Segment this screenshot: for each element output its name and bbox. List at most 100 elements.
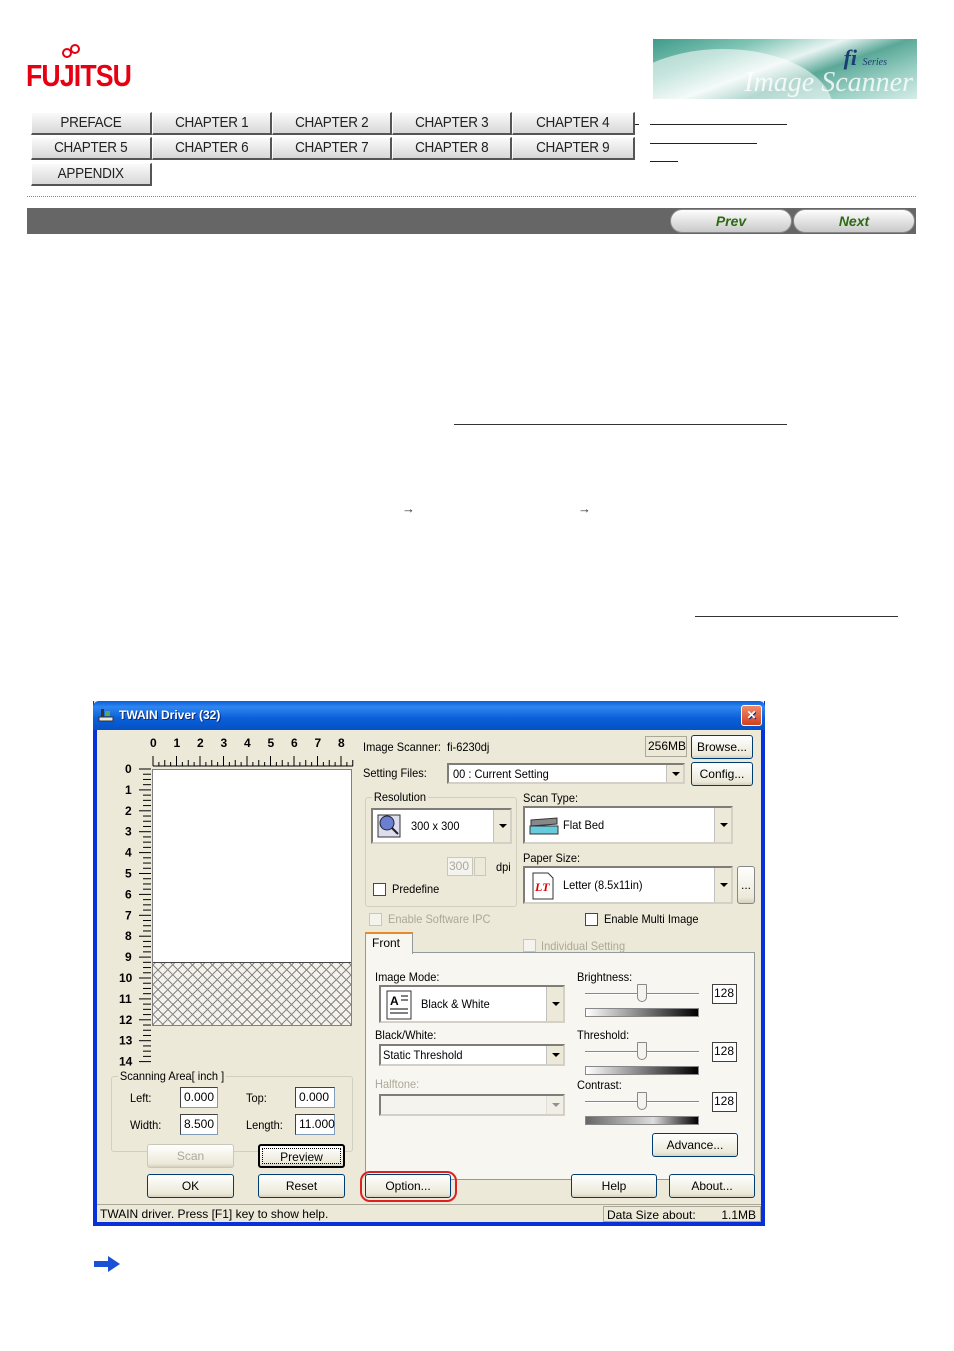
top-label: Top: — [246, 1091, 267, 1105]
body-link-1[interactable] — [454, 424, 787, 425]
infinity-icon — [62, 44, 80, 58]
nav-chapter-1[interactable]: CHAPTER 1 — [152, 112, 272, 135]
left-field[interactable]: 0.000 — [180, 1087, 218, 1108]
threshold-slider[interactable] — [585, 1042, 699, 1064]
scan-preview-area[interactable] — [152, 769, 352, 1026]
chevron-down-icon[interactable] — [714, 808, 731, 842]
nav-appendix[interactable]: APPENDIX — [31, 163, 152, 186]
threshold-gradient — [585, 1066, 699, 1075]
contrast-label: Contrast: — [577, 1078, 622, 1092]
data-size-value: 1.1MB — [721, 1208, 756, 1222]
black-white-label: Black/White: — [375, 1028, 437, 1042]
halftone-label: Halftone: — [375, 1077, 420, 1091]
chevron-down-icon[interactable] — [714, 868, 731, 902]
chevron-down-icon[interactable] — [546, 1046, 563, 1064]
ok-button[interactable]: OK — [147, 1174, 234, 1198]
browse-button[interactable]: Browse... — [691, 735, 753, 759]
side-link-3[interactable] — [650, 161, 678, 162]
image-mode-dropdown[interactable]: A Black & White — [379, 985, 565, 1023]
nav-chapter-3[interactable]: CHAPTER 3 — [392, 112, 512, 135]
ruler-label: 5 — [125, 867, 132, 881]
side-link-2[interactable] — [650, 143, 757, 144]
prev-button[interactable]: Prev — [670, 209, 792, 233]
banner-subtitle: Image Scanner — [744, 67, 913, 98]
brightness-label: Brightness: — [577, 970, 633, 984]
nav-chapter-8[interactable]: CHAPTER 8 — [392, 137, 512, 160]
scanning-area-group: Scanning Area[ inch ] Left: 0.000 Top: 0… — [111, 1069, 353, 1152]
nav-chapter-5[interactable]: CHAPTER 5 — [31, 137, 152, 160]
vertical-ruler: 01234567891011121314 — [119, 762, 151, 1067]
threshold-value[interactable]: 128 — [712, 1042, 737, 1062]
option-button[interactable]: Option... — [365, 1174, 451, 1198]
close-button[interactable]: ✕ — [741, 705, 762, 726]
scanner-app-icon — [98, 709, 114, 722]
contrast-slider[interactable] — [585, 1092, 699, 1114]
setting-files-dropdown[interactable]: 00 : Current Setting — [447, 763, 685, 784]
enable-software-ipc-checkbox[interactable] — [369, 913, 382, 926]
dpi-field[interactable]: 300 — [447, 857, 473, 876]
letter-paper-icon: LT — [532, 872, 554, 900]
contrast-value[interactable]: 128 — [712, 1092, 737, 1112]
dialog-body: 012345678 0 1 2 3 4 5 6 7 8 9 10 11 12 13 14 Scanning … — [94, 730, 764, 1225]
black-white-dropdown[interactable]: Static Threshold — [379, 1044, 565, 1066]
nav-chapter-7[interactable]: CHAPTER 7 — [272, 137, 392, 160]
ruler-label: 11 — [119, 992, 132, 1006]
scan-button[interactable]: Scan — [147, 1144, 234, 1168]
ruler-label: 2 — [125, 804, 132, 818]
fujitsu-logo: FUJITSU — [26, 44, 132, 94]
slider-thumb[interactable] — [637, 1092, 647, 1110]
slider-thumb[interactable] — [637, 984, 647, 1002]
menu-arrow-icon: → — [578, 501, 591, 516]
halftone-dropdown[interactable] — [379, 1094, 565, 1116]
chevron-down-icon[interactable] — [546, 1096, 563, 1114]
ruler-label: 1 — [125, 783, 132, 797]
preview-button[interactable]: Preview — [258, 1144, 345, 1168]
individual-setting-label: Individual Setting — [541, 939, 626, 953]
paper-size-dropdown[interactable]: LT Letter (8.5x11in) — [523, 866, 733, 904]
resolution-dropdown[interactable]: 300 x 300 — [371, 808, 512, 844]
status-bar: TWAIN driver. Press [F1] key to show hel… — [97, 1204, 761, 1222]
brightness-value[interactable]: 128 — [712, 984, 737, 1004]
nav-chapter-9[interactable]: CHAPTER 9 — [512, 137, 635, 160]
individual-setting-checkbox[interactable] — [523, 939, 536, 952]
length-field[interactable]: 11.000 — [295, 1114, 335, 1135]
advance-button[interactable]: Advance... — [652, 1133, 738, 1157]
top-field[interactable]: 0.000 — [295, 1087, 335, 1108]
ruler-label: 14 — [119, 1055, 133, 1067]
svg-text:A: A — [390, 994, 399, 1008]
threshold-label: Threshold: — [577, 1028, 630, 1042]
nav-preface[interactable]: PREFACE — [31, 112, 152, 135]
help-button[interactable]: Help — [571, 1174, 657, 1198]
config-button[interactable]: Config... — [691, 762, 753, 786]
nav-chapter-2[interactable]: CHAPTER 2 — [272, 112, 392, 135]
side-link-1[interactable] — [650, 124, 787, 125]
predefine-checkbox[interactable] — [373, 883, 386, 896]
resolution-icon — [377, 814, 401, 838]
nav-chapter-4[interactable]: CHAPTER 4 — [512, 112, 635, 135]
paper-size-more-button[interactable]: ... — [737, 866, 755, 904]
predefine-label: Predefine — [392, 882, 440, 896]
dpi-spinner[interactable] — [474, 857, 486, 876]
brightness-slider[interactable] — [585, 984, 699, 1006]
ruler-label: 8 — [338, 736, 345, 750]
brightness-gradient — [585, 1008, 699, 1017]
reset-button[interactable]: Reset — [258, 1174, 345, 1198]
scan-type-dropdown[interactable]: Flat Bed — [523, 806, 733, 844]
nav-chapter-6[interactable]: CHAPTER 6 — [152, 137, 272, 160]
width-field[interactable]: 8.500 — [180, 1114, 218, 1135]
slider-thumb[interactable] — [637, 1042, 647, 1060]
chevron-down-icon[interactable] — [493, 810, 510, 842]
nav-tick — [635, 124, 639, 125]
about-button[interactable]: About... — [669, 1174, 755, 1198]
next-button[interactable]: Next — [793, 209, 915, 233]
chevron-down-icon[interactable] — [666, 765, 683, 782]
svg-text:LT: LT — [534, 880, 550, 894]
fi-series-banner: fi Series Image Scanner — [653, 39, 917, 99]
enable-multi-image-checkbox[interactable] — [585, 913, 598, 926]
tab-front[interactable]: Front — [365, 932, 413, 954]
body-link-2[interactable] — [695, 616, 898, 617]
status-text: TWAIN driver. Press [F1] key to show hel… — [100, 1207, 329, 1221]
flatbed-icon — [529, 817, 559, 835]
chevron-down-icon[interactable] — [546, 987, 563, 1021]
dialog-titlebar[interactable]: TWAIN Driver (32) ✕ — [93, 701, 765, 730]
